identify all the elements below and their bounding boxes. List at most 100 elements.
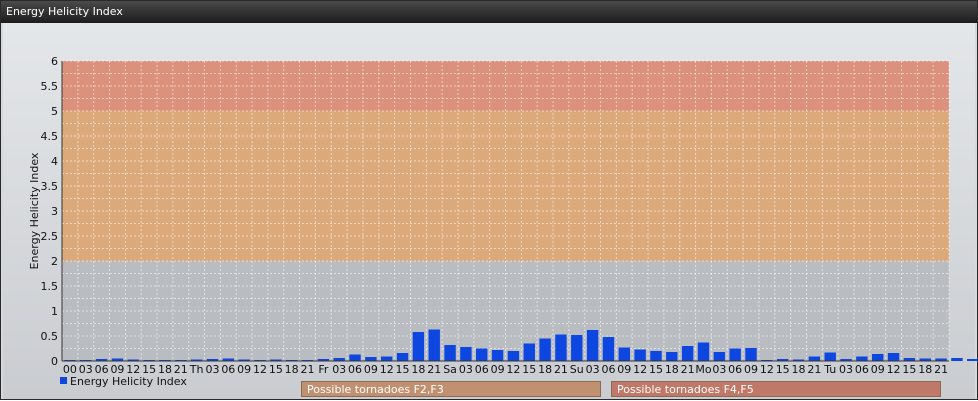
bar-09[interactable]: [745, 348, 757, 361]
x-tick-label: 09: [617, 363, 631, 376]
legend[interactable]: Energy Helicity Index: [60, 375, 187, 389]
bar-06[interactable]: [349, 354, 361, 362]
y-tick-label: 2.5: [41, 230, 59, 243]
bar-06[interactable]: [602, 337, 615, 361]
x-tick-label: 12: [253, 363, 267, 376]
zone-f4-f5: Possible tornadoes F4,F5: [611, 381, 941, 397]
y-tick-label: 5: [51, 105, 58, 118]
bar-18[interactable]: [539, 338, 551, 362]
x-tick-label: 06: [221, 363, 235, 376]
y-tick-label: 2: [51, 255, 58, 268]
x-tick-label: 15: [902, 363, 916, 376]
bar-12[interactable]: [507, 351, 520, 361]
bar-Tu[interactable]: [824, 352, 836, 362]
bar-12[interactable]: [634, 349, 646, 362]
x-tick-label: 06: [348, 363, 362, 376]
legend-swatch: [60, 377, 67, 384]
bar-21[interactable]: [428, 329, 440, 362]
x-tick-label: 15: [396, 363, 410, 376]
x-tick-label: 15: [776, 363, 790, 376]
bar-12[interactable]: [381, 356, 393, 362]
x-tick-label: 21: [807, 363, 821, 376]
energy-helicity-chart: 00.511.522.533.544.555.56 00 03 06 09 12 15 18…: [28, 55, 978, 376]
bar-Mo[interactable]: [697, 342, 710, 362]
x-tick-labels: 00 03 06 09 12 15 18 21 Th 03 06 09 12 15 18 21 Fr 03 06 09…: [63, 363, 948, 376]
x-tick-label: 15: [269, 363, 283, 376]
x-tick-label: Th: [189, 363, 204, 376]
x-tick-label: 15: [649, 363, 663, 376]
x-tick-label: 09: [744, 363, 758, 376]
y-tick-label: 1: [51, 305, 58, 318]
x-tick-label: 12: [506, 363, 520, 376]
x-tick-label: 12: [380, 363, 394, 376]
x-tick-label: 15: [522, 363, 536, 376]
x-tick-label: 09: [491, 363, 505, 376]
y-tick-label: 0: [51, 355, 58, 368]
bar-06[interactable]: [856, 356, 868, 362]
x-tick-label: 12: [633, 363, 647, 376]
bar-21[interactable]: [808, 356, 821, 362]
x-tick-label: 03: [205, 363, 219, 376]
y-tick-labels: 0 0.5 1 1.5 2 2.5 3 3.5 4 4.5 5 5.5 6: [41, 55, 59, 368]
x-tick-label: 21: [427, 363, 441, 376]
y-tick-label: 3: [51, 205, 58, 218]
bar-03[interactable]: [713, 352, 726, 361]
x-tick-label: Mo: [695, 363, 711, 376]
bar-18[interactable]: [666, 352, 678, 361]
y-tick-label: 6: [51, 55, 58, 68]
bar-18[interactable]: [412, 332, 425, 361]
x-tick-label: Tu: [823, 363, 836, 376]
x-tick-label: 06: [855, 363, 869, 376]
x-tick-label: 18: [538, 363, 552, 376]
x-tick-label: 06: [601, 363, 615, 376]
bar-21[interactable]: [681, 346, 694, 361]
y-tick-label: 1.5: [41, 280, 59, 293]
bar-15[interactable]: [523, 343, 535, 362]
bar-09[interactable]: [872, 354, 884, 361]
x-tick-label: 03: [332, 363, 346, 376]
x-tick-label: 18: [918, 363, 932, 376]
x-tick-label: 21: [554, 363, 568, 376]
x-tick-label: 03: [839, 363, 853, 376]
bar-15[interactable]: [650, 351, 662, 361]
y-axis-label: Energy Helicity Index: [28, 152, 41, 269]
y-tick-label: 0.5: [41, 330, 59, 343]
y-tick-label: 3.5: [41, 180, 59, 193]
x-tick-label: 09: [237, 363, 251, 376]
bar-undefined[interactable]: [967, 359, 978, 361]
x-tick-label: 03: [712, 363, 726, 376]
x-tick-label: 06: [475, 363, 489, 376]
bar-15[interactable]: [396, 353, 409, 361]
bar-12[interactable]: [887, 353, 900, 361]
bar-03[interactable]: [460, 347, 472, 361]
x-tick-label: 12: [887, 363, 901, 376]
x-tick-label: Su: [570, 363, 584, 376]
bar-09[interactable]: [618, 347, 630, 362]
y-tick-label: 5.5: [41, 80, 59, 93]
y-tick-label: 4: [51, 155, 58, 168]
bar-09[interactable]: [491, 350, 504, 361]
x-tick-label: 18: [665, 363, 679, 376]
x-tick-label: 18: [285, 363, 299, 376]
x-tick-label: Fr: [318, 363, 329, 376]
bar-03[interactable]: [586, 330, 599, 361]
zone-f2-f3: Possible tornadoes F2,F3: [301, 381, 601, 397]
bar-06[interactable]: [476, 348, 488, 362]
x-tick-label: 06: [728, 363, 742, 376]
x-tick-label: Sa: [443, 363, 457, 376]
bar-21[interactable]: [555, 334, 567, 362]
bar-09[interactable]: [365, 357, 377, 361]
y-tick-label: 4.5: [41, 130, 59, 143]
x-tick-label: 03: [459, 363, 473, 376]
bar-Sa[interactable]: [444, 345, 456, 361]
x-tick-label: 21: [681, 363, 695, 376]
energy-helicity-widget: Energy Helicity Index 0 0.5 1 1.5 2 2.5 3 3.5 4 4…: [0, 0, 978, 400]
bar-06[interactable]: [729, 348, 741, 362]
x-tick-label: 12: [760, 363, 774, 376]
x-tick-label: 21: [934, 363, 948, 376]
x-tick-label: 09: [364, 363, 378, 376]
bar-undefined[interactable]: [951, 358, 963, 361]
bar-Su[interactable]: [571, 335, 583, 361]
legend-label: Energy Helicity Index: [70, 375, 187, 388]
x-tick-label: 18: [411, 363, 425, 376]
